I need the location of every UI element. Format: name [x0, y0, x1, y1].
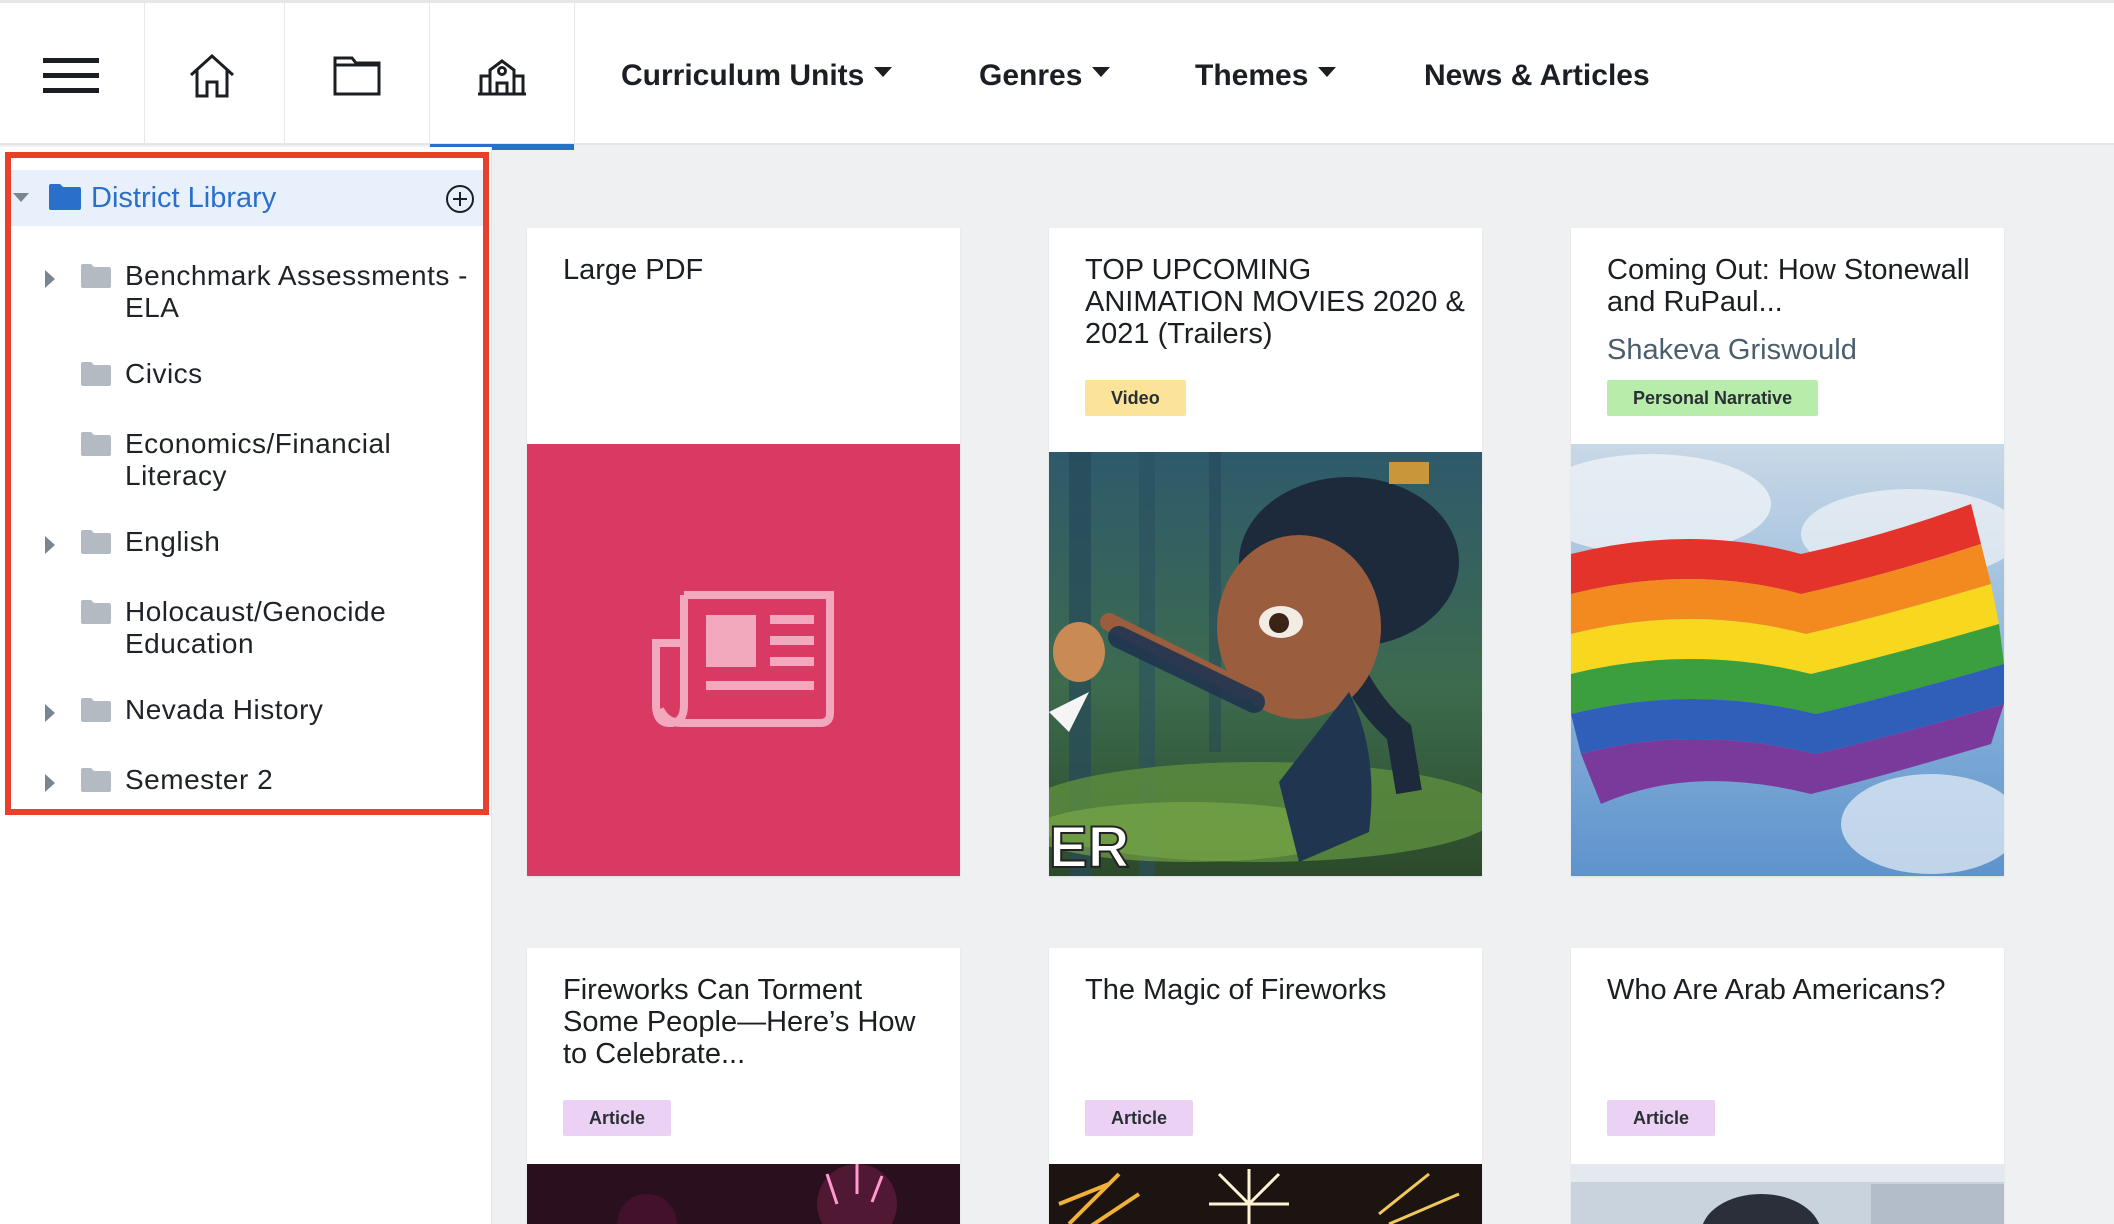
content-card[interactable]: Fireworks Can Torment Some People—Here’s…	[527, 948, 960, 1224]
caret-down-icon	[1092, 66, 1111, 77]
folder-tree: District Library Benchmark Assessments -…	[5, 152, 489, 815]
card-author[interactable]: Shakeva Griswould	[1607, 334, 1857, 367]
add-circle-icon[interactable]	[445, 184, 475, 214]
card-type-badge: Video	[1085, 380, 1186, 416]
tree-item-holocaust-genocide[interactable]: Holocaust/Genocide Education	[11, 596, 483, 660]
tree-item-label: Nevada History	[125, 694, 324, 725]
fireworks-photo	[1049, 1164, 1482, 1224]
folder-icon	[81, 600, 111, 624]
folder-icon	[81, 698, 111, 722]
animation-thumbnail: ER	[1049, 452, 1482, 876]
card-thumbnail	[1571, 1164, 2004, 1224]
school-icon	[478, 58, 526, 95]
card-thumbnail: ER	[1049, 452, 1482, 876]
tree-item-label: Economics/Financial Literacy	[125, 428, 392, 491]
tree-item-benchmark-assessments[interactable]: Benchmark Assessments - ELA	[11, 260, 483, 324]
nav-curriculum-units-label: Curriculum Units	[621, 58, 865, 92]
card-title: TOP UPCOMING ANIMATION MOVIES 2020 & 202…	[1085, 254, 1465, 350]
newspaper-icon	[651, 591, 834, 728]
card-title: Large PDF	[563, 254, 704, 286]
home-button[interactable]	[140, 3, 285, 148]
folder-icon	[81, 362, 111, 386]
nav-genres[interactable]: Genres	[979, 3, 1111, 148]
folder-icon	[81, 768, 111, 792]
tree-item-label: Benchmark Assessments - ELA	[125, 260, 468, 323]
caret-right-icon[interactable]	[45, 704, 55, 722]
home-icon	[189, 53, 235, 97]
tree-item-label: Holocaust/Genocide Education	[125, 596, 387, 659]
card-title: Who Are Arab Americans?	[1607, 974, 1946, 1006]
content-card[interactable]: The Magic of Fireworks Article	[1049, 948, 1482, 1224]
card-thumbnail	[527, 444, 960, 876]
nav-genres-label: Genres	[979, 58, 1083, 92]
library-sidebar: District Library Benchmark Assessments -…	[0, 147, 492, 1224]
nav-themes[interactable]: Themes	[1195, 3, 1337, 148]
caret-down-icon	[874, 66, 893, 77]
card-title: Fireworks Can Torment Some People—Here’s…	[563, 974, 916, 1070]
card-thumbnail	[527, 1164, 960, 1224]
card-thumbnail	[1049, 1164, 1482, 1224]
folder-icon	[333, 56, 381, 95]
caret-right-icon[interactable]	[45, 774, 55, 792]
card-type-badge: Article	[1085, 1100, 1194, 1136]
top-navigation-bar: Curriculum Units Genres Themes News & Ar…	[0, 0, 2114, 150]
tree-item-semester-2[interactable]: Semester 2	[11, 764, 483, 798]
tree-item-label: Semester 2	[125, 764, 274, 795]
people-photo	[1571, 1164, 2004, 1224]
tree-root-district-library[interactable]: District Library	[11, 170, 483, 226]
nav-news-articles[interactable]: News & Articles	[1424, 3, 1650, 148]
fireworks-photo	[527, 1164, 960, 1224]
folder-icon	[81, 264, 111, 288]
tree-root-label: District Library	[91, 182, 277, 214]
card-title: The Magic of Fireworks	[1085, 974, 1387, 1006]
caret-right-icon[interactable]	[45, 270, 55, 288]
tree-item-label: English	[125, 526, 221, 557]
tree-item-label: Civics	[125, 358, 203, 389]
caret-expanded-icon[interactable]	[13, 193, 29, 202]
folder-icon	[81, 432, 111, 456]
card-thumbnail	[1571, 444, 2004, 876]
caret-down-icon	[1318, 66, 1337, 77]
district-library-button[interactable]	[430, 3, 575, 150]
content-card[interactable]: Large PDF	[527, 228, 960, 876]
menu-button[interactable]	[0, 3, 145, 148]
tree-item-nevada-history[interactable]: Nevada History	[11, 694, 483, 728]
content-card[interactable]: Coming Out: How Stonewall and RuPaul... …	[1571, 228, 2004, 876]
caret-right-icon[interactable]	[45, 536, 55, 554]
my-folders-button[interactable]	[285, 3, 430, 148]
card-title: Coming Out: How Stonewall and RuPaul...	[1607, 254, 1970, 318]
nav-news-articles-label: News & Articles	[1424, 58, 1650, 92]
tree-item-english[interactable]: English	[11, 526, 483, 560]
rainbow-flag-photo	[1571, 444, 2004, 876]
folder-icon	[81, 530, 111, 554]
card-genre-badge: Personal Narrative	[1607, 380, 1819, 416]
card-type-badge: Article	[563, 1100, 672, 1136]
card-type-badge: Article	[1607, 1100, 1716, 1136]
tree-item-civics[interactable]: Civics	[11, 358, 483, 392]
folder-filled-icon	[49, 184, 81, 210]
nav-themes-label: Themes	[1195, 58, 1309, 92]
content-card[interactable]: TOP UPCOMING ANIMATION MOVIES 2020 & 202…	[1049, 228, 1482, 876]
tree-item-economics[interactable]: Economics/Financial Literacy	[11, 428, 483, 492]
content-card[interactable]: Who Are Arab Americans? Article	[1571, 948, 2004, 1224]
nav-curriculum-units[interactable]: Curriculum Units	[621, 3, 893, 148]
thumbnail-overlay-text: ER	[1049, 815, 1130, 876]
menu-icon	[43, 57, 99, 93]
